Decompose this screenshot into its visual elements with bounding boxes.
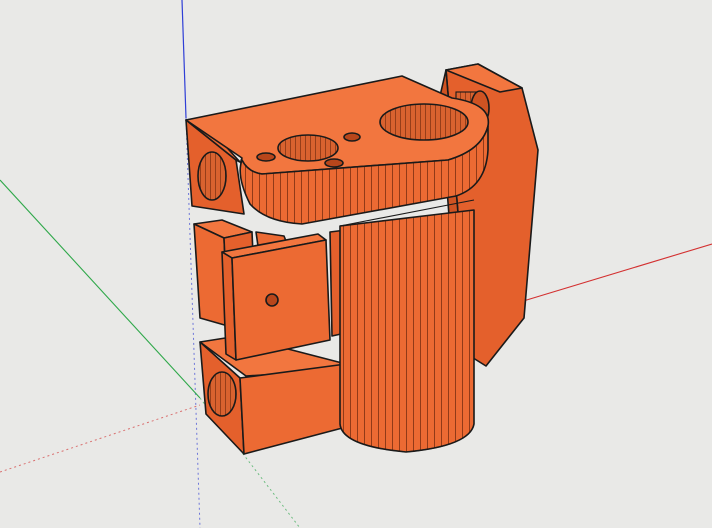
top-large-hole xyxy=(379,103,469,141)
red-axis-dotted xyxy=(0,404,201,473)
3d-scene[interactable] xyxy=(0,0,712,528)
top-small-hole-1 xyxy=(343,132,361,142)
lower-block[interactable] xyxy=(199,335,351,455)
top-small-hole-2 xyxy=(256,152,276,162)
blue-axis xyxy=(181,0,187,119)
lower-block-hole xyxy=(207,371,237,417)
modeling-viewport[interactable] xyxy=(0,0,712,528)
mount-model[interactable] xyxy=(185,63,539,455)
nut-plate-hole xyxy=(265,293,279,307)
nut-plate[interactable] xyxy=(221,233,331,361)
main-cylinder[interactable] xyxy=(339,209,475,453)
upper-block[interactable] xyxy=(185,75,490,225)
top-medium-hole xyxy=(277,134,339,162)
upper-block-side-hole xyxy=(197,151,227,201)
red-axis xyxy=(519,243,712,303)
green-axis xyxy=(0,179,201,399)
top-small-hole-3 xyxy=(324,158,344,168)
